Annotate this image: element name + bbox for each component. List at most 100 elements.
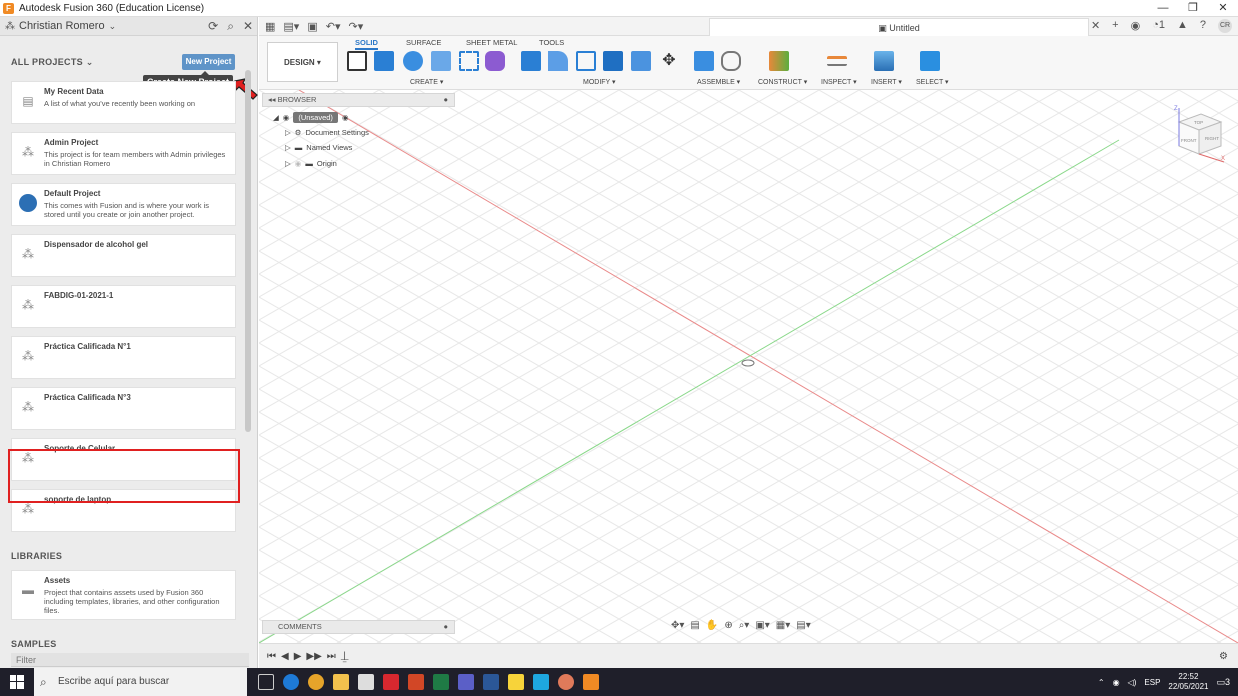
fit-icon[interactable]: ⌕▾	[739, 620, 750, 631]
project-list-scrollbar[interactable]	[245, 70, 251, 432]
step-back-icon[interactable]: ◀	[281, 651, 289, 662]
sticky-notes-icon[interactable]	[508, 674, 524, 690]
taskbar-search-input[interactable]: ⌕ Escribe aquí para buscar	[34, 668, 247, 696]
inspect-group[interactable]: INSPECT ▾	[821, 78, 857, 86]
pan-icon[interactable]: ✋	[706, 620, 718, 631]
minimize-button[interactable]: —	[1148, 0, 1178, 17]
revolve-icon[interactable]	[403, 51, 423, 71]
word-icon[interactable]	[483, 674, 499, 690]
excel-icon[interactable]	[433, 674, 449, 690]
workspace-switcher[interactable]: DESIGN ▾	[267, 42, 338, 82]
press-pull-icon[interactable]	[521, 51, 541, 71]
new-tab-icon[interactable]: +	[1112, 19, 1118, 33]
timeline-settings-icon[interactable]: ⚙	[1219, 651, 1228, 662]
eye-icon[interactable]: ◉	[295, 159, 302, 168]
filter-input[interactable]: Filter	[11, 653, 249, 667]
collapse-icon[interactable]: ◂◂	[268, 95, 278, 104]
browser-node-document-settings[interactable]: ▷ ⚙ Document Settings	[285, 128, 369, 137]
tab-surface[interactable]: SURFACE	[406, 38, 441, 47]
network-icon[interactable]: ◉	[1113, 678, 1120, 687]
chevron-down-icon[interactable]: ⌄	[109, 21, 117, 32]
notification-center-icon[interactable]: ▭3	[1216, 677, 1230, 688]
assemble-group[interactable]: ASSEMBLE ▾	[697, 78, 740, 86]
create-form-icon[interactable]	[485, 51, 505, 71]
zoom-icon[interactable]: ⊕	[724, 620, 732, 631]
fusion360-taskbar-icon[interactable]	[583, 674, 599, 690]
all-projects-header[interactable]: ALL PROJECTS ⌄	[11, 57, 94, 68]
new-component-icon[interactable]	[694, 51, 714, 71]
combine-icon[interactable]	[603, 51, 623, 71]
save-icon[interactable]: ▣	[307, 20, 317, 33]
project-card-default[interactable]: Default Project This comes with Fusion a…	[11, 183, 236, 226]
file-menu-icon[interactable]: ▤▾	[283, 20, 299, 33]
split-body-icon[interactable]	[631, 51, 651, 71]
browser-options-icon[interactable]: ●	[443, 94, 448, 106]
tab-sheet-metal[interactable]: SHEET METAL	[466, 38, 517, 47]
volume-icon[interactable]: ◁)	[1128, 678, 1137, 687]
insert-image-icon[interactable]	[874, 51, 894, 71]
look-at-icon[interactable]: ▤	[690, 620, 699, 631]
restore-button[interactable]: ❐	[1178, 0, 1208, 17]
store-icon[interactable]	[358, 674, 374, 690]
edge-icon[interactable]	[283, 674, 299, 690]
document-tab[interactable]: ▣ Untitled	[709, 18, 1089, 36]
insert-group[interactable]: INSERT ▾	[871, 78, 902, 86]
viewcube[interactable]: TOP FRONT RIGHT Z X	[1169, 104, 1229, 164]
create-group[interactable]: CREATE ▾	[410, 78, 443, 86]
expand-triangle-icon[interactable]: ▷	[285, 159, 291, 168]
activate-radio-icon[interactable]: ◉	[342, 113, 349, 122]
browser-root-node[interactable]: ◢ ◉ (Unsaved) ◉	[273, 112, 348, 123]
help-icon[interactable]: ?	[1200, 19, 1206, 33]
modify-group[interactable]: MODIFY ▾	[583, 78, 616, 86]
close-icon[interactable]: ✕	[243, 19, 253, 34]
grid-menu-icon[interactable]: ▦	[265, 20, 275, 33]
acrobat-icon[interactable]	[383, 674, 399, 690]
library-card-assets[interactable]: ▬ Assets Project that contains assets us…	[11, 570, 236, 620]
measure-icon[interactable]	[827, 56, 847, 66]
create-sketch-icon[interactable]	[347, 51, 367, 71]
project-card-practica-1[interactable]: ⁂ Práctica Calificada N°1	[11, 336, 236, 379]
project-card-admin[interactable]: ⁂ Admin Project This project is for team…	[11, 132, 236, 175]
project-card-dispensador[interactable]: ⁂ Dispensador de alcohol gel	[11, 234, 236, 277]
go-to-end-icon[interactable]: ⏭	[327, 651, 336, 662]
step-forward-icon[interactable]: ▶▶	[306, 651, 321, 662]
move-copy-icon[interactable]: ✥	[659, 51, 679, 71]
windows-start-icon[interactable]	[0, 668, 34, 696]
clock[interactable]: 22:52 22/05/2021	[1168, 672, 1208, 692]
viewport-canvas[interactable]: ◂◂ BROWSER ● ◢ ◉ (Unsaved) ◉ ▷ ⚙ Documen…	[259, 90, 1238, 643]
go-to-start-icon[interactable]: ⏮	[267, 651, 276, 662]
extensions-icon[interactable]: ◉	[1131, 19, 1141, 33]
sweep-icon[interactable]	[431, 51, 451, 71]
comments-options-icon[interactable]: ●	[443, 621, 448, 633]
project-card-fabdig[interactable]: ⁂ FABDIG-01-2021-1	[11, 285, 236, 328]
eye-icon[interactable]: ◉	[283, 113, 290, 122]
powerpoint-icon[interactable]	[408, 674, 424, 690]
new-project-button[interactable]: New Project	[182, 54, 235, 70]
browser-panel-header[interactable]: ◂◂ BROWSER ●	[262, 93, 455, 107]
user-hub-selector[interactable]: Christian Romero	[19, 20, 105, 32]
project-card-practica-3[interactable]: ⁂ Práctica Calificada N°3	[11, 387, 236, 430]
chrome-icon[interactable]	[308, 674, 324, 690]
fillet-icon[interactable]	[548, 51, 568, 71]
play-icon[interactable]: ▶	[294, 651, 302, 662]
browser-node-named-views[interactable]: ▷ ▬ Named Views	[285, 143, 352, 152]
search-icon[interactable]: ⌕	[227, 19, 234, 34]
close-window-button[interactable]: ✕	[1208, 0, 1238, 17]
notifications-icon[interactable]: ▲	[1177, 19, 1188, 33]
select-group[interactable]: SELECT ▾	[916, 78, 949, 86]
grid-settings-icon[interactable]: ▦▾	[776, 620, 790, 631]
offset-plane-icon[interactable]	[769, 51, 789, 71]
select-icon[interactable]	[920, 51, 940, 71]
file-explorer-icon[interactable]	[333, 674, 349, 690]
extrude-icon[interactable]	[374, 51, 394, 71]
refresh-icon[interactable]: ⟳	[208, 19, 218, 34]
viewports-icon[interactable]: ▤▾	[796, 620, 810, 631]
close-tab-icon[interactable]: ✕	[1091, 19, 1100, 33]
user-avatar[interactable]: CR	[1218, 19, 1232, 33]
chevron-up-icon[interactable]: ⌃	[1098, 678, 1105, 687]
timeline-marker-icon[interactable]: ⍊	[341, 648, 349, 664]
redo-icon[interactable]: ↷▾	[348, 20, 363, 33]
language-indicator[interactable]: ESP	[1144, 678, 1160, 687]
project-card-my-recent-data[interactable]: ▤ My Recent Data A list of what you've r…	[11, 81, 236, 124]
tab-solid[interactable]: SOLID	[355, 38, 378, 50]
